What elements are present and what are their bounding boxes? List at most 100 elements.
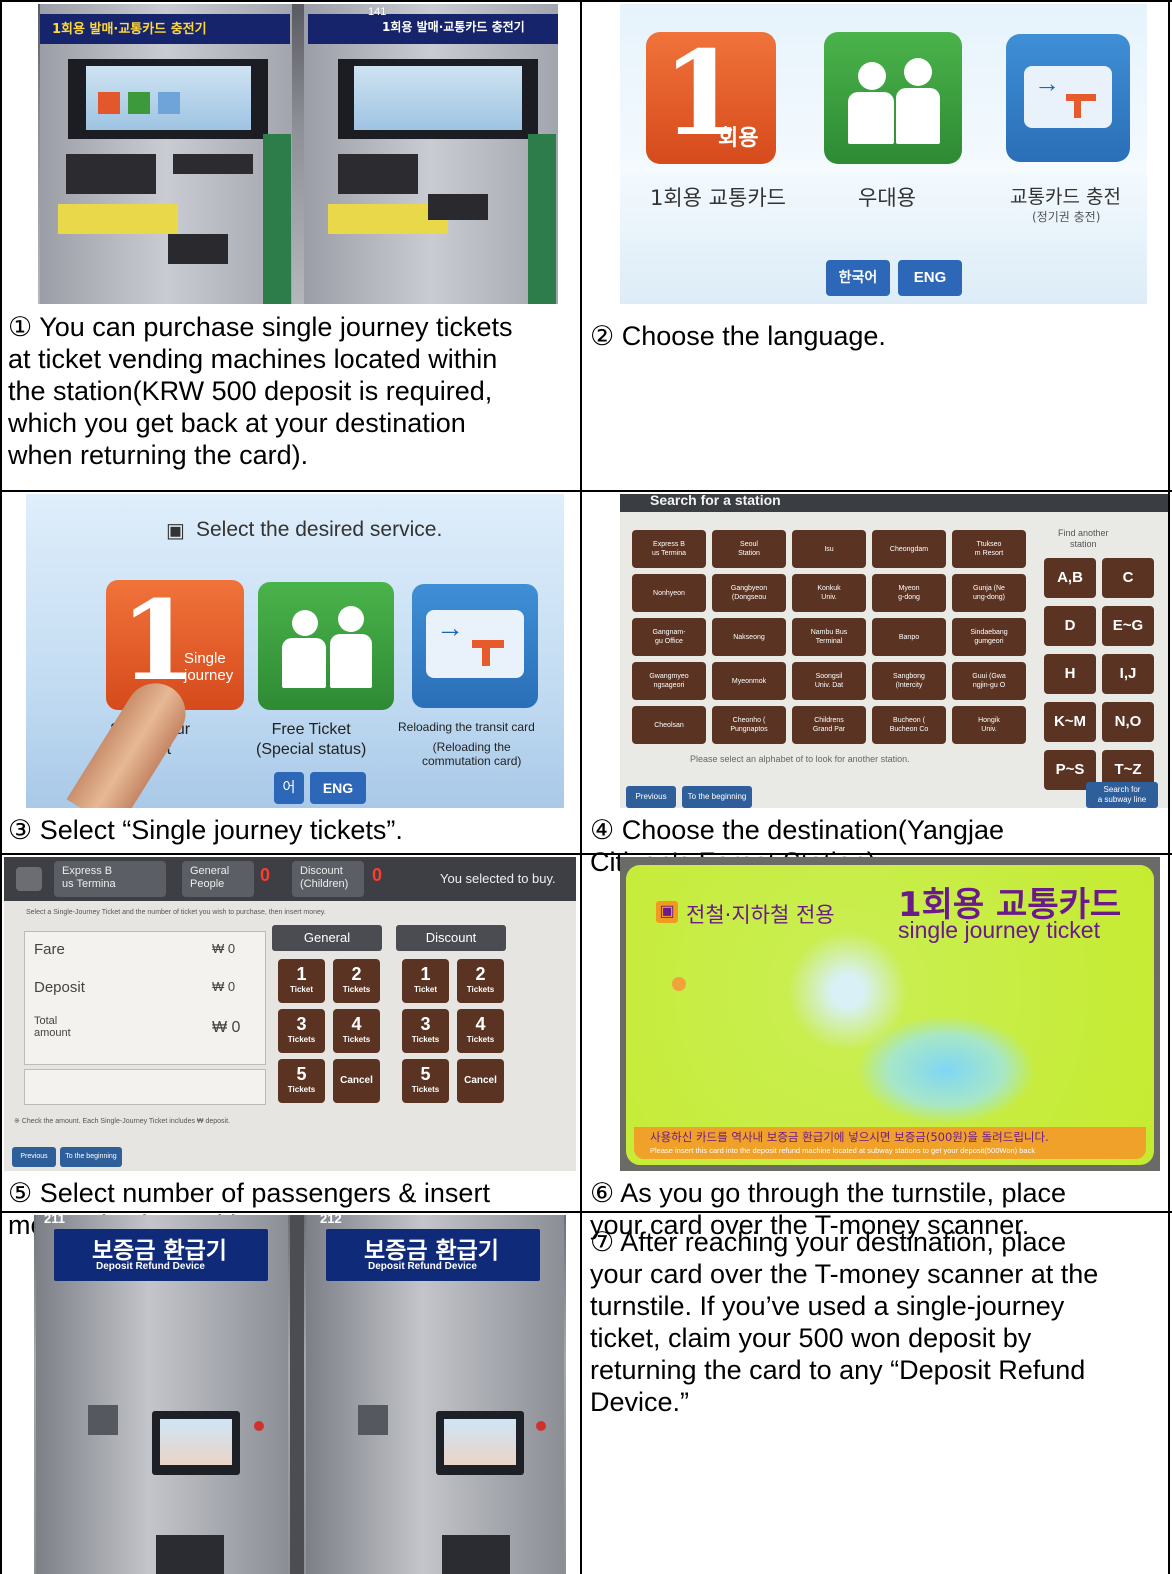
station-button[interactable]: Bucheon ( Bucheon Co (872, 706, 946, 744)
station-button[interactable]: Gunja (Ne ung-dong) (952, 574, 1026, 612)
ticket-count-number: 5 (420, 1064, 431, 1084)
ticket-count-key[interactable]: 4 Tickets (333, 1009, 380, 1053)
station-button[interactable]: Nambu Bus Terminal (792, 618, 866, 656)
ticket-count-key[interactable]: 3 Tickets (402, 1009, 449, 1053)
caption-step-3: ③ Select “Single journey tickets”. (8, 815, 403, 845)
reload-sublabel: (Reloading the commutation card) (422, 740, 522, 768)
discount-count-value: 0 (372, 865, 383, 885)
discount-tab[interactable]: Discount (396, 925, 506, 951)
english-language-button[interactable]: ENG (310, 772, 366, 804)
fare-row-label: Deposit (34, 979, 85, 996)
service-heading: Select the desired service. (196, 518, 443, 541)
general-count-value: 0 (260, 865, 271, 885)
ticket-count-key[interactable]: 2 Tickets (333, 959, 380, 1003)
reload-option[interactable]: → (412, 584, 538, 708)
station-button[interactable]: Gangbyeon (Dongseou (712, 574, 786, 612)
station-button[interactable]: Myeonmok (712, 662, 786, 700)
discount-ticket-keypad: 1 Ticket 2 Tickets 3 Tickets 4 Tickets 5 Tickets C… (402, 959, 506, 1109)
ticket-count-key[interactable]: 5 Tickets (402, 1059, 449, 1103)
station-search-heading: Search for a station (650, 494, 781, 508)
station-button[interactable]: Express B us Termina (632, 530, 706, 568)
station-button[interactable]: Myeon g-dong (872, 574, 946, 612)
ticket-count-key[interactable]: 5 Tickets (278, 1059, 325, 1103)
previous-button[interactable]: Previous (12, 1147, 56, 1167)
ticket-count-key[interactable]: 3 Tickets (278, 1009, 325, 1053)
ticket-count-key[interactable]: 1 Ticket (278, 959, 325, 1003)
recharge-label: 교통카드 충전 (1010, 186, 1121, 208)
device-sign-korean-left: 보증금 환급기 (92, 1238, 227, 1264)
fare-row-label: Fare (34, 941, 65, 958)
device-number-left: 211 (44, 1215, 65, 1226)
station-button[interactable]: Gwangmyeo ngsageori (632, 662, 706, 700)
station-button[interactable]: Seoul Station (712, 530, 786, 568)
station-button[interactable]: Cheolsan (632, 706, 706, 744)
general-ticket-keypad: 1 Ticket 2 Tickets 3 Tickets 4 Tickets 5 Tickets C… (278, 959, 382, 1109)
ticket-count-number: 4 (475, 1014, 486, 1034)
station-button[interactable]: Hongik Univ. (952, 706, 1026, 744)
station-button[interactable]: Ttukseo m Resort (952, 530, 1026, 568)
single-use-card-button: 1 회용 (646, 26, 776, 164)
station-button[interactable]: Cheonho ( Pungnaptos (712, 706, 786, 744)
fare-row-value: ₩ 0 (212, 1019, 241, 1036)
alphabet-button[interactable]: C (1102, 558, 1154, 598)
cancel-key[interactable]: Cancel (333, 1059, 380, 1103)
deposit-note: ※ Check the amount. Each Single-Journey … (14, 1118, 230, 1125)
station-button[interactable]: Childrens Grand Par (792, 706, 866, 744)
alphabet-button[interactable]: H (1044, 654, 1096, 694)
discount-count-chip: Discount (Children) (292, 861, 364, 897)
ticket-key-label: Tickets (411, 1035, 440, 1044)
ticket-count-key[interactable]: 4 Tickets (457, 1009, 504, 1053)
alphabet-button[interactable]: I,J (1102, 654, 1154, 694)
cancel-key[interactable]: Cancel (457, 1059, 504, 1103)
grid-divider-vertical (580, 0, 582, 1574)
korean-language-button[interactable]: 한국어 (826, 260, 890, 296)
ticket-count-number: 3 (296, 1014, 307, 1034)
card-notice-korean: 사용하신 카드를 역사내 보증금 환급기에 넣으시면 보증금(500원)을 돌려… (650, 1130, 1049, 1144)
search-subway-line-button[interactable]: Search for a subway line (1086, 782, 1158, 808)
korean-language-button[interactable]: 어 (274, 772, 304, 804)
card-badge: 전철·지하철 전용 (686, 903, 835, 927)
previous-button[interactable]: Previous (626, 786, 676, 808)
device-sign-english-right: Deposit Refund Device (368, 1261, 477, 1272)
station-button[interactable]: Nonhyeon (632, 574, 706, 612)
ticket-count-number: 1 (420, 964, 431, 984)
station-button[interactable]: Sindaebang gumgeori (952, 618, 1026, 656)
english-language-button[interactable]: ENG (898, 260, 962, 296)
alphabet-button[interactable]: D (1044, 606, 1096, 646)
card-photo: ▣ 전철·지하철 전용 1회용 교통카드 single journey tick… (620, 857, 1160, 1171)
letter-grid: A,B C D E~G H I,J K~M N,O P~S T~Z (1044, 558, 1158, 790)
recharge-sublabel: (정기권 충전) (1032, 210, 1101, 224)
station-button[interactable]: Nakseong (712, 618, 786, 656)
station-button[interactable]: Banpo (872, 618, 946, 656)
ticket-key-label: Ticket (414, 985, 437, 994)
station-grid: Express B us Termina Seoul Station Isu Cheo… (632, 530, 1030, 746)
to-beginning-button[interactable]: To the beginning (682, 786, 752, 808)
fare-screen-photo: Express B us Termina General People 0 Di… (4, 857, 576, 1171)
alphabet-button[interactable]: K~M (1044, 702, 1096, 742)
machine-sign-left: 1회용 발매·교통카드 충전기 (52, 22, 207, 37)
station-button[interactable]: Sangbong (Intercity (872, 662, 946, 700)
alphabet-button[interactable]: E~G (1102, 606, 1154, 646)
ticket-key-label: Tickets (466, 985, 495, 994)
refund-screen-right (436, 1411, 524, 1475)
fare-row-value: ₩ 0 (212, 941, 236, 956)
ticket-count-key[interactable]: 2 Tickets (457, 959, 504, 1003)
card-notice-english: Please insert this card into the deposit… (650, 1146, 1036, 1155)
free-ticket-option[interactable] (258, 582, 394, 710)
alphabet-button[interactable]: N,O (1102, 702, 1154, 742)
ticket-count-key[interactable]: 1 Ticket (402, 959, 449, 1003)
station-button[interactable]: Guui (Gwa ngjin-gu O (952, 662, 1026, 700)
alphabet-button[interactable]: A,B (1044, 558, 1096, 598)
ticket-key-label: Tickets (287, 1035, 316, 1044)
station-button[interactable]: Cheongdam (872, 530, 946, 568)
to-beginning-button[interactable]: To the beginning (60, 1147, 122, 1167)
ticket-count-number: 2 (351, 964, 362, 984)
station-button[interactable]: Konkuk Univ. (792, 574, 866, 612)
station-button[interactable]: Isu (792, 530, 866, 568)
station-button[interactable]: Gangnam- gu Office (632, 618, 706, 656)
free-ticket-label: Free Ticket (Special status) (256, 721, 367, 758)
fare-instruction: Select a Single-Journey Ticket and the n… (26, 909, 326, 916)
station-button[interactable]: Soongsil Univ. Dat (792, 662, 866, 700)
general-tab[interactable]: General (272, 925, 382, 951)
machine-number: 141 (368, 6, 387, 18)
